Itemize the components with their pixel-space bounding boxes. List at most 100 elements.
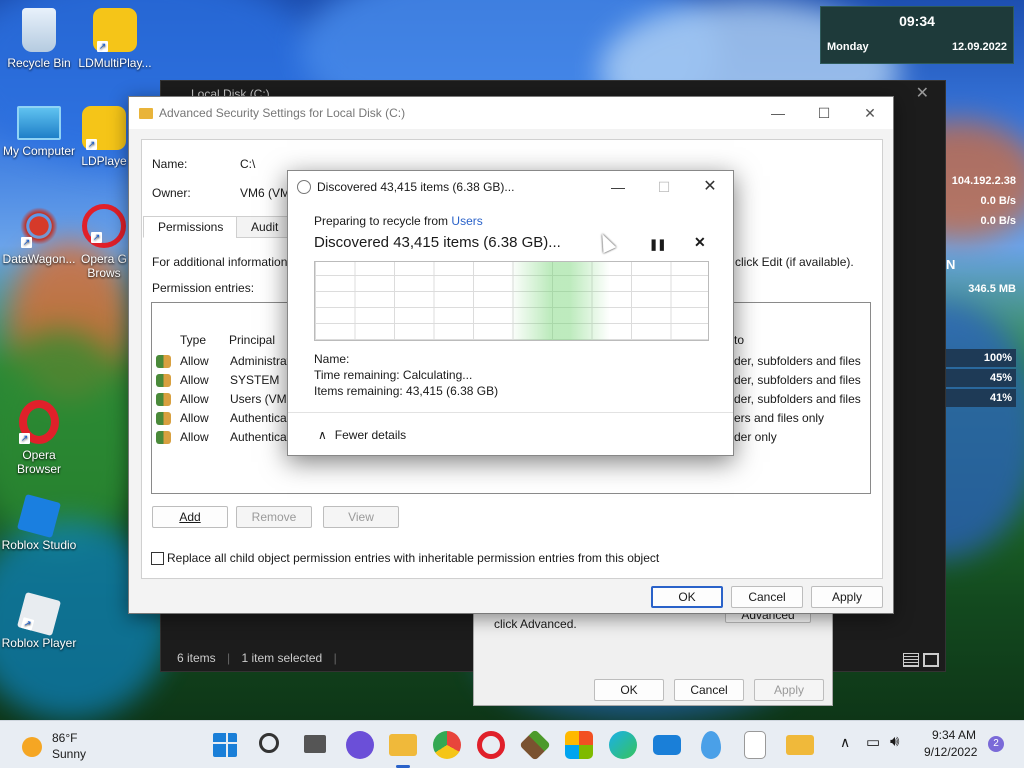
column-header-applies-to[interactable]: to <box>734 333 744 347</box>
name-field: Name: <box>314 352 350 366</box>
ldplayer-icon: ↗ <box>82 106 126 150</box>
source-link[interactable]: Users <box>451 214 482 228</box>
row-applies: der, subfolders and files <box>734 354 861 368</box>
close-button[interactable]: ✕ <box>847 97 893 129</box>
row-principal: Administrat <box>230 354 291 368</box>
status-items: 6 items <box>177 651 216 665</box>
desktop-icon-label: DataWagon... <box>2 252 76 266</box>
row-principal: Authenticat <box>230 430 291 444</box>
desktop-icon-ldplayer[interactable]: ↗ LDPlaye <box>76 106 132 168</box>
notification-badge[interactable]: 2 <box>988 736 1004 752</box>
desktop-icon-opera-gx[interactable]: ↗ Opera G Brows <box>76 204 132 280</box>
row-principal: Authenticat <box>230 411 291 425</box>
widget-up: 0.0 B/s <box>980 195 1016 207</box>
properties-apply-button: Apply <box>754 679 824 701</box>
opera-gx-icon: ↗ <box>82 204 126 248</box>
chrome-icon[interactable] <box>433 731 461 759</box>
desktop-icon-my-computer[interactable]: My Computer <box>0 106 78 158</box>
desktop-icon-label: Roblox Player <box>1 636 77 650</box>
app-icon[interactable] <box>744 731 766 759</box>
folder-icon[interactable] <box>786 735 814 755</box>
row-applies: der, subfolders and files <box>734 373 861 387</box>
folder-icon <box>139 108 153 119</box>
network-icon[interactable]: ▭ <box>866 733 880 751</box>
weather-widget[interactable]: 86°F Sunny <box>22 729 122 761</box>
explorer-close-button[interactable]: ✕ <box>916 83 929 103</box>
desktop-icon-roblox-studio[interactable]: Roblox Studio <box>0 493 78 552</box>
properties-cancel-button[interactable]: Cancel <box>674 679 744 701</box>
desktop-icon-roblox-player[interactable]: ↗ Roblox Player <box>0 591 78 650</box>
chat-icon[interactable] <box>346 731 374 759</box>
cancel-operation-button[interactable]: ✕ <box>694 234 706 251</box>
search-icon[interactable] <box>259 733 279 753</box>
opera-icon[interactable] <box>477 731 505 759</box>
add-button[interactable]: Add <box>152 506 228 528</box>
desktop-icon-label: Roblox Studio <box>1 538 77 552</box>
progress-title-bar[interactable]: Discovered 43,415 items (6.38 GB)... — ☐… <box>288 171 733 203</box>
desktop-icon-datawagon[interactable]: ↗ DataWagon... <box>0 204 78 266</box>
minimize-button[interactable]: — <box>755 97 801 129</box>
widget-down: 0.0 B/s <box>980 215 1016 227</box>
user-group-icon <box>156 374 171 388</box>
close-button[interactable]: ✕ <box>687 171 733 203</box>
row-principal: Users (VM6 <box>230 392 294 406</box>
clock-date[interactable]: 9/12/2022 <box>924 745 977 759</box>
clock-time[interactable]: 9:34 AM <box>932 728 976 742</box>
row-type: Allow <box>180 392 209 406</box>
column-header-type[interactable]: Type <box>180 333 206 347</box>
name-value: C:\ <box>240 157 256 171</box>
desktop-icon-recycle-bin[interactable]: Recycle Bin <box>0 8 78 70</box>
desktop-icon-label: Opera G <box>80 252 128 266</box>
row-applies: ers and files only <box>734 411 825 425</box>
info-text-right: click Edit (if available). <box>735 255 854 269</box>
widget-day: Monday <box>827 41 869 53</box>
desktop-icon-label: LDPlaye <box>81 154 127 168</box>
tab-permissions[interactable]: Permissions <box>143 216 239 238</box>
row-type: Allow <box>180 373 209 387</box>
replace-child-checkbox[interactable] <box>151 552 164 565</box>
edge-icon[interactable] <box>609 731 637 759</box>
desktop-icon-label-line2: Browser <box>16 462 61 476</box>
name-label: Name: <box>152 157 188 171</box>
column-header-principal[interactable]: Principal <box>229 333 275 347</box>
pause-button[interactable]: ❚❚ <box>649 238 666 251</box>
widget-ip: 104.192.2.38 <box>951 175 1016 187</box>
desktop-icon-label-line2: Brows <box>87 266 121 280</box>
details-view-icon[interactable] <box>903 653 919 667</box>
clock-icon <box>297 180 311 194</box>
start-button-windows-icon[interactable] <box>213 733 237 757</box>
tab-audit[interactable]: Audit <box>236 216 294 238</box>
remove-button: Remove <box>236 506 312 528</box>
ok-button[interactable]: OK <box>651 586 723 608</box>
shortcut-arrow-icon: ↗ <box>86 139 97 150</box>
chevron-up-icon: ∧ <box>318 428 327 442</box>
volume-icon[interactable]: 🔊︎ <box>890 733 899 750</box>
title-bar[interactable]: Advanced Security Settings for Local Dis… <box>129 97 893 129</box>
drop-icon[interactable] <box>701 731 721 759</box>
desktop-icon-ldmultiplayer[interactable]: ↗ LDMultiPlay... <box>76 8 154 70</box>
properties-dialog[interactable]: click Advanced. Advanced OK Cancel Apply <box>473 600 833 706</box>
minimize-button[interactable]: — <box>595 171 641 203</box>
roblox-player-icon: ↗ <box>16 591 62 637</box>
tiles-view-icon[interactable] <box>923 653 939 667</box>
maximize-button[interactable]: ☐ <box>801 97 847 129</box>
file-explorer-icon[interactable] <box>389 734 417 756</box>
properties-ok-button[interactable]: OK <box>594 679 664 701</box>
minecraft-icon[interactable] <box>519 729 551 761</box>
cancel-button[interactable]: Cancel <box>731 586 803 608</box>
user-group-icon <box>156 355 171 369</box>
mail-icon[interactable] <box>653 735 681 755</box>
apply-button[interactable]: Apply <box>811 586 883 608</box>
desktop-icon-opera[interactable]: ↗ Opera Browser <box>0 400 78 476</box>
microsoft-store-icon[interactable] <box>565 731 593 759</box>
row-applies: der, subfolders and files <box>734 392 861 406</box>
clock-widget: 09:34 Monday 12.09.2022 <box>820 6 1014 64</box>
task-view-icon[interactable] <box>304 735 326 753</box>
view-button: View <box>323 506 399 528</box>
recycle-progress-dialog[interactable]: Discovered 43,415 items (6.38 GB)... — ☐… <box>287 170 734 456</box>
chevron-up-icon[interactable]: ∧ <box>840 734 850 751</box>
shortcut-arrow-icon: ↗ <box>19 433 30 444</box>
time-remaining: Time remaining: Calculating... <box>314 368 473 382</box>
row-type: Allow <box>180 411 209 425</box>
fewer-details-button[interactable]: ∧ Fewer details <box>318 428 406 442</box>
